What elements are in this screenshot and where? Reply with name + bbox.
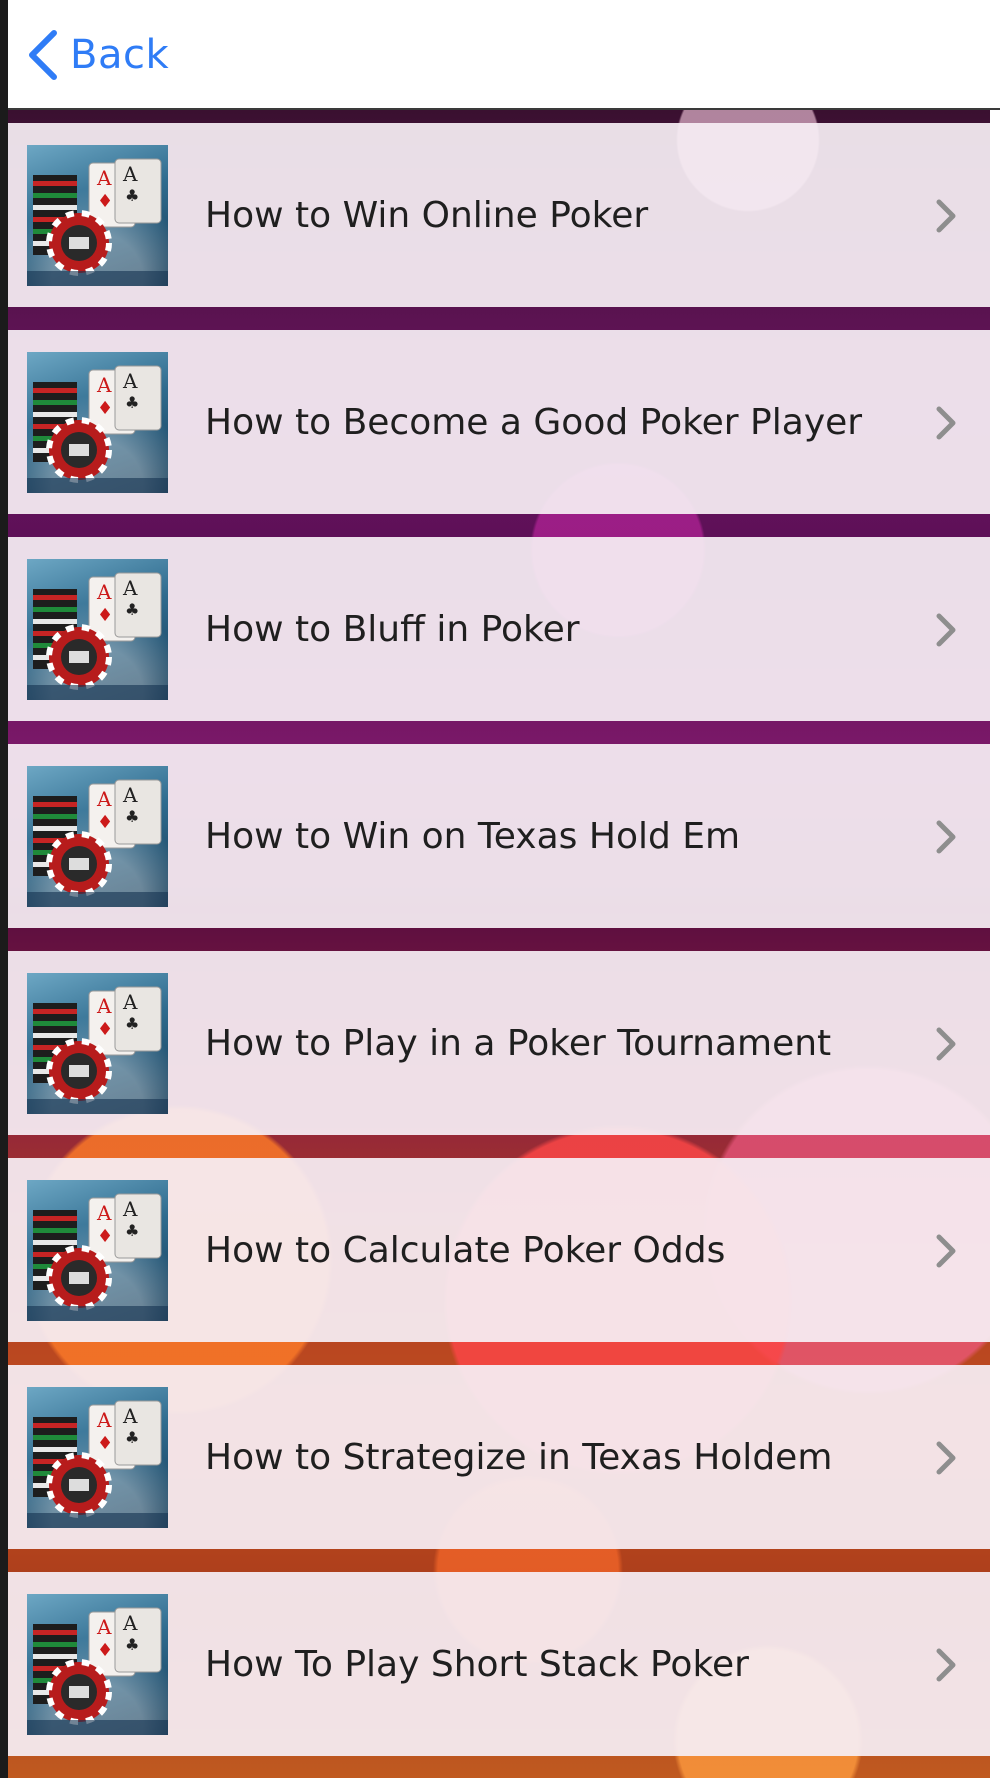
svg-text:♦: ♦	[97, 812, 113, 833]
back-label: Back	[70, 32, 170, 78]
chevron-left-icon	[26, 29, 60, 81]
list-item-label: How to Bluff in Poker	[205, 608, 580, 650]
svg-text:♣: ♣	[125, 1635, 139, 1654]
list-item-4[interactable]: A ♦ A ♣ How to Win on Texas Hold Em	[8, 744, 990, 928]
svg-text:A: A	[122, 990, 138, 1014]
svg-text:A: A	[122, 1611, 138, 1635]
svg-text:A: A	[122, 1197, 138, 1221]
list-item-1[interactable]: A ♦ A ♣ How to Win Online Poker	[8, 123, 990, 307]
chevron-right-icon	[933, 818, 959, 856]
list-item-3[interactable]: A ♦ A ♣ How to Bluff in Poker	[8, 537, 990, 721]
list-item-label: How To Play Short Stack Poker	[205, 1643, 749, 1685]
svg-text:♦: ♦	[97, 191, 113, 212]
svg-text:A: A	[96, 1201, 112, 1225]
chevron-right-icon	[933, 1232, 959, 1270]
svg-text:♦: ♦	[97, 1640, 113, 1661]
chevron-right-icon	[933, 197, 959, 235]
svg-text:♦: ♦	[97, 398, 113, 419]
svg-text:A: A	[96, 1408, 112, 1432]
svg-text:♦: ♦	[97, 1433, 113, 1454]
poker-thumbnail-image: A ♦ A ♣	[27, 352, 168, 493]
svg-text:A: A	[122, 576, 138, 600]
poker-thumbnail-image: A ♦ A ♣	[27, 1387, 168, 1528]
svg-text:♣: ♣	[125, 1428, 139, 1447]
poker-thumbnail-image: A ♦ A ♣	[27, 559, 168, 700]
svg-text:♣: ♣	[125, 807, 139, 826]
svg-text:A: A	[96, 580, 112, 604]
chevron-right-icon	[933, 404, 959, 442]
svg-text:A: A	[122, 1404, 138, 1428]
poker-thumbnail-image: A ♦ A ♣	[27, 145, 168, 286]
list-item-6[interactable]: A ♦ A ♣ How to Calculate Poker Odds	[8, 1158, 990, 1342]
back-button[interactable]: Back	[26, 24, 169, 86]
svg-text:A: A	[96, 373, 112, 397]
list-item-7[interactable]: A ♦ A ♣ How to Strategize in Texas Holde…	[8, 1365, 990, 1549]
svg-text:♦: ♦	[97, 605, 113, 626]
list-item-label: How to Win Online Poker	[205, 194, 649, 236]
list-item-8[interactable]: A ♦ A ♣ How To Play Short Stack Poker	[8, 1572, 990, 1756]
poker-thumbnail-image: A ♦ A ♣	[27, 1180, 168, 1321]
poker-thumbnail-image: A ♦ A ♣	[27, 766, 168, 907]
svg-text:♣: ♣	[125, 186, 139, 205]
list-background: A ♦ A ♣ How to Win Online Poker A ♦ A ♣ …	[8, 110, 990, 1778]
svg-text:♣: ♣	[125, 600, 139, 619]
svg-text:♣: ♣	[125, 1221, 139, 1240]
chevron-right-icon	[933, 1439, 959, 1477]
svg-text:♣: ♣	[125, 1014, 139, 1033]
navigation-bar: Back	[8, 0, 1000, 110]
poker-thumbnail-image: A ♦ A ♣	[27, 1594, 168, 1735]
svg-text:A: A	[96, 1615, 112, 1639]
right-edge	[990, 110, 1000, 1778]
chevron-right-icon	[933, 1646, 959, 1684]
window-left-border	[0, 0, 8, 1778]
chevron-right-icon	[933, 611, 959, 649]
svg-text:♦: ♦	[97, 1019, 113, 1040]
list-item-label: How to Play in a Poker Tournament	[205, 1022, 832, 1064]
svg-text:♣: ♣	[125, 393, 139, 412]
list-item-label: How to Strategize in Texas Holdem	[205, 1436, 833, 1478]
svg-text:A: A	[122, 783, 138, 807]
chevron-right-icon	[933, 1025, 959, 1063]
svg-text:A: A	[96, 994, 112, 1018]
list-item-label: How to Calculate Poker Odds	[205, 1229, 726, 1271]
list-item-5[interactable]: A ♦ A ♣ How to Play in a Poker Tournamen…	[8, 951, 990, 1135]
svg-text:A: A	[122, 369, 138, 393]
svg-text:A: A	[96, 166, 112, 190]
svg-text:A: A	[122, 162, 138, 186]
svg-text:♦: ♦	[97, 1226, 113, 1247]
poker-thumbnail-image: A ♦ A ♣	[27, 973, 168, 1114]
list-item-label: How to Win on Texas Hold Em	[205, 815, 741, 857]
svg-text:A: A	[96, 787, 112, 811]
list-item-label: How to Become a Good Poker Player	[205, 401, 863, 443]
list-item-2[interactable]: A ♦ A ♣ How to Become a Good Poker Playe…	[8, 330, 990, 514]
